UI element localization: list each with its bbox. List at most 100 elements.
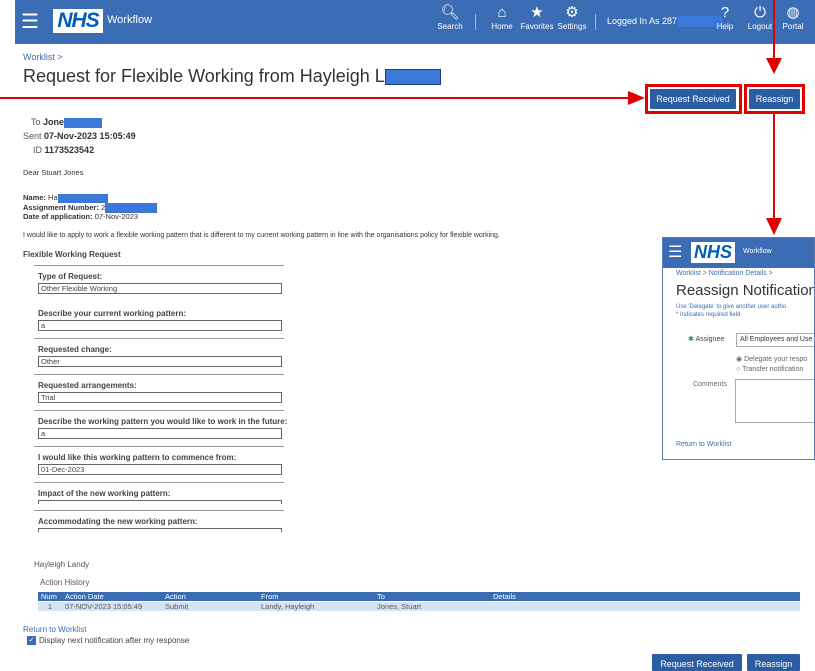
table-row: 1 07-NOV-2023 15:05:49 Submit Landy, Hay… [38,601,800,611]
section-divider [34,446,284,447]
radio-unselected-icon[interactable]: ○ [736,366,740,373]
field-label: Accommodating the new working pattern: [38,517,198,526]
field-label: Describe your current working pattern: [38,309,187,318]
to-value: Jone [43,117,65,127]
field-label: I would like this working pattern to com… [38,453,237,462]
type-of-request-field: Other Flexible Working [38,283,282,294]
field-label: Describe the working pattern you would l… [38,417,288,426]
popup-app-title: Workflow [743,248,772,255]
comments-textarea[interactable] [735,379,814,423]
nav-help-label: Help [716,22,734,31]
popup-header: ☰ NHS Workflow [663,238,814,268]
impact-field [38,500,282,504]
display-next-row: ✓ Display next notification after my resp… [27,636,190,646]
commence-date-field: 01-Dec-2023 [38,464,282,475]
delegate-option[interactable]: ◉ Delegate your respo [736,355,807,363]
nav-settings-label: Settings [557,22,587,31]
name-value: Ha [48,193,58,202]
table-cell: 1 [38,601,62,611]
popup-return-link[interactable]: Return to Worklist [676,441,732,448]
nav-favorites[interactable]: ★ Favorites [517,4,557,31]
column-header: Action Date [62,592,162,602]
nav-home[interactable]: ⌂ Home [488,4,516,31]
delegate-label: Delegate your respo [744,356,808,363]
section-divider [34,374,284,375]
nav-search[interactable]: 🔍︎ Search [435,4,465,31]
popup-title: Reassign Notification [676,282,815,299]
section-divider [34,265,284,266]
checkbox-checked-icon[interactable]: ✓ [27,636,36,646]
request-received-button-bottom[interactable]: Request Received [652,654,742,671]
help-icon: ? [720,4,730,21]
comments-label: Comments [693,381,727,388]
name-label: Name: [23,193,46,202]
nav-home-label: Home [491,22,513,31]
table-cell: Jones, Stuart [374,601,490,611]
requested-change-field: Other [38,356,282,367]
current-pattern-field: a [38,320,282,331]
transfer-option[interactable]: ○ Transfer notification [736,366,803,373]
nav-settings[interactable]: ⚙ Settings [552,4,592,31]
annotation-line [773,114,775,220]
id-value: 1173523542 [44,145,95,155]
redacted-name [57,193,108,203]
request-received-button[interactable]: Request Received [650,89,736,109]
star-icon: ★ [530,4,544,21]
annotation-line [0,97,630,99]
sent-label: Sent [23,131,42,141]
table-cell [490,601,800,611]
section-divider [34,510,284,511]
nav-portal[interactable]: ◍ Portal [779,4,807,31]
future-pattern-field: a [38,428,282,439]
date-row: Date of application: 07-Nov-2023 [23,212,138,221]
to-label: To [31,117,41,127]
section-divider [34,482,284,483]
annotation-arrow [628,91,645,105]
popup-breadcrumb[interactable]: Worklist > Notification Details > [676,270,773,277]
nav-logout[interactable]: ⏻ Logout [746,4,774,31]
assignee-select[interactable]: All Employees and Use [736,333,814,347]
reassign-popup: ☰ NHS Workflow Worklist > Notification D… [662,237,815,460]
field-label: Impact of the new working pattern: [38,489,171,498]
annotation-arrow [766,58,782,74]
requested-arrangements-field: Trial [38,392,282,403]
sent-value: 07-Nov-2023 15:05:49 [44,131,136,141]
menu-icon: ☰ [668,244,683,261]
date-label: Date of application: [23,212,93,221]
nhs-logo: NHS [691,242,735,263]
redacted-surname [384,69,441,86]
table-cell: 07-NOV-2023 15:05:49 [62,601,162,611]
name-row: Name: Ha [23,193,108,203]
section-title: Flexible Working Request [23,250,121,259]
reassign-button-bottom[interactable]: Reassign [747,654,800,671]
assignee-label: ✱ Assignee [688,335,724,343]
nav-help[interactable]: ? Help [713,4,737,31]
required-icon: ✱ [688,336,694,343]
popup-help-text: Use 'Delegate' to give another user auth… [676,304,787,310]
assignment-label: Assignment Number: [23,203,99,212]
breadcrumb[interactable]: Worklist > [23,52,63,62]
assignee-label-text: Assignee [695,336,725,343]
menu-icon[interactable]: ☰ [21,12,39,32]
display-next-label: Display next notification after my respo… [39,636,190,645]
accommodating-field [38,528,282,532]
nav-search-label: Search [437,22,463,31]
radio-selected-icon[interactable]: ◉ [736,356,742,363]
return-to-worklist-link[interactable]: Return to Worklist [23,625,86,634]
globe-icon: ◍ [786,4,800,21]
reassign-button[interactable]: Reassign [749,89,800,109]
popup-required-note: * Indicates required field [676,312,741,318]
table-cell: Landy, Hayleigh [258,601,374,611]
divider [475,14,476,30]
field-label: Type of Request: [38,272,103,281]
sent-row: Sent 07-Nov-2023 15:05:49 [23,131,136,141]
transfer-label: Transfer notification [742,366,804,373]
signature: Hayleigh Landy [34,560,90,569]
search-icon: 🔍︎ [440,4,460,21]
intro-text: I would like to apply to work a flexible… [23,232,500,239]
section-divider [34,410,284,411]
logged-in-label: Logged In As 287 [607,16,678,26]
column-header: Num [38,592,62,602]
gear-icon: ⚙ [565,4,579,21]
column-header: Action [162,592,258,602]
